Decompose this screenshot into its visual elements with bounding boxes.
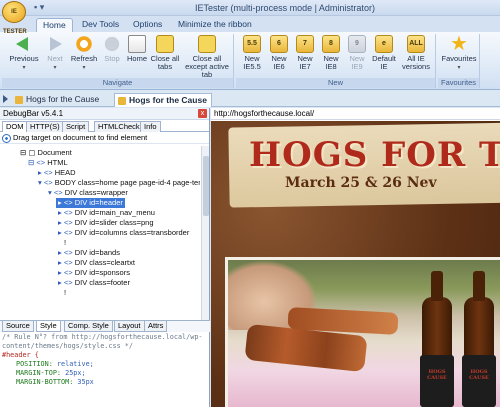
tab-info[interactable]: Info [140,121,161,132]
home-button[interactable]: Home [124,35,150,63]
drag-target-row[interactable]: Drag target on document to find element [0,132,209,144]
title-bar: IE TESTER ▪ ▾ IETester (multi-process mo… [0,0,500,35]
tab-minimize-ribbon[interactable]: Minimize the ribbon [172,18,258,32]
new-group: 5.5 New IE5.5 6 New IE6 7 New IE7 8 New … [236,34,436,88]
css-rule: POSITION: relative; [16,360,94,368]
ribbon: Previous ▾ Next ▾ Refresh ▾ Stop Home Close… [0,32,500,90]
all-ie-versions-button[interactable]: ALL All IE versions [398,35,434,71]
tree-node-bands[interactable]: ▸ <> DIV id=bands [58,248,120,258]
refresh-button[interactable]: Refresh ▾ [68,35,100,72]
new-ie9-button[interactable]: 9 New IE9 [344,35,370,71]
favourites-button[interactable]: ★ Favourites ▾ [439,33,479,72]
new-ie55-button[interactable]: 5.5 New IE5.5 [238,35,266,71]
tree-node-head[interactable]: ▸ <> HEAD [38,168,76,178]
tree-node-document[interactable]: ⊟ ▢ Document [20,148,72,158]
style-tabs: Source Style Comp. Style Layout Attrs [0,320,210,332]
doc-tab-2[interactable]: Hogs for the Cause [114,93,212,107]
css-style-pane: /* Rule N°? from http://hogsforthecause.… [0,333,210,407]
css-selector: #header { [2,351,39,359]
dom-tree: ⊟ ▢ Document ⊟ <> HTML ▸ <> HEAD ▾ <> BO… [0,146,200,322]
browser-pane: http://hogsforthecause.local/ HOGS FOR T… [211,108,500,407]
tab-dom[interactable]: DOM [2,121,28,132]
photo-koozie: HOGS CAUSE [420,355,454,407]
document-tab-bar: Hogs for the Cause Hogs for the Cause [0,91,500,107]
tab-list-arrow-icon[interactable] [3,95,8,103]
ie55-icon: 5.5 [243,35,261,53]
new-ie6-button[interactable]: 6 New IE6 [266,35,292,71]
favourites-group-label: Favourites [438,78,479,88]
tree-node-html[interactable]: ⊟ <> HTML [28,158,68,168]
tab-comp-style[interactable]: Comp. Style [64,321,113,332]
tree-node-comment[interactable]: ! [64,238,66,248]
home-icon [128,35,146,53]
all-ie-icon: ALL [407,35,425,53]
forward-arrow-icon [46,35,64,53]
favicon-icon [118,97,126,105]
event-photo: HOGS CAUSE HOGS CAUSE [225,257,500,407]
tab-htmlcheck[interactable]: HTMLCheck [94,121,144,132]
photo-koozie: HOGS CAUSE [462,355,496,407]
tree-node-sponsors[interactable]: ▸ <> DIV id=sponsors [58,268,130,278]
close-tabs-icon [156,35,174,53]
debugbar-title: DebugBar v5.4.1 x [0,108,209,120]
close-except-active-icon [198,35,216,53]
ie6-icon: 6 [270,35,288,53]
tree-node-columns[interactable]: ▸ <> DIV id=columns class=transborder [58,228,189,238]
tree-vertical-scrollbar[interactable] [201,146,209,322]
default-ie-icon: e [375,35,393,53]
css-rule: MARGIN-TOP: 25px; [16,369,86,377]
site-title: HOGS FOR TH [249,135,500,175]
tab-options[interactable]: Options [127,18,168,32]
tree-node-footer[interactable]: ▸ <> DIV class=footer [58,278,130,288]
tree-node-header-selected[interactable]: ▸ <> DIV id=header [56,198,125,208]
tree-node-body[interactable]: ▾ <> BODY class=home page page-id-4 page… [38,178,200,188]
navigate-group-label: Navigate [2,78,233,88]
tab-layout[interactable]: Layout [114,321,145,332]
next-button[interactable]: Next ▾ [42,35,68,72]
new-group-label: New [236,78,435,88]
new-ie8-button[interactable]: 8 New IE8 [318,35,344,71]
tab-https[interactable]: HTTP(S) [26,121,64,132]
tab-script[interactable]: Script [62,121,90,132]
tab-style[interactable]: Style [36,321,61,332]
tree-node-comment-2[interactable]: ! [64,288,66,298]
close-all-except-active-button[interactable]: Close all except active tab [182,35,232,79]
tab-dev-tools[interactable]: Dev Tools [76,18,125,32]
tree-node-main-nav[interactable]: ▸ <> DIV id=main_nav_menu [58,208,155,218]
tab-home[interactable]: Home [36,18,73,32]
window-title: IETester (multi-process mode | Administr… [195,3,375,13]
navigate-group: Previous ▾ Next ▾ Refresh ▾ Stop Home Close… [2,34,234,88]
close-all-tabs-button[interactable]: Close all tabs [150,35,180,71]
debugbar-tabs: DOM HTTP(S) Script HTMLCheck Info [0,120,209,132]
debugbar-panel: DebugBar v5.4.1 x DOM HTTP(S) Script HTM… [0,108,210,407]
new-ie7-button[interactable]: 7 New IE7 [292,35,318,71]
tree-node-wrapper[interactable]: ▾ <> DIV class=wrapper [48,188,128,198]
close-icon[interactable]: x [198,109,207,118]
target-icon[interactable] [2,134,11,143]
favourites-group: ★ Favourites ▾ Favourites [438,34,480,88]
css-comment: /* Rule N°? from http://hogsforthecause.… [2,333,203,350]
ie7-icon: 7 [296,35,314,53]
address-bar[interactable]: http://hogsforthecause.local/ [211,108,500,120]
favicon-icon [15,96,23,104]
event-date: March 25 & 26 Nev [285,175,437,191]
css-rule: MARGIN-BOTTOM: 35px [16,378,94,386]
ie9-icon: 9 [348,35,366,53]
stop-icon [103,35,121,53]
tree-node-slider[interactable]: ▸ <> DIV id=slider class=png [58,218,154,228]
ribbon-tab-bar: Home Dev Tools Options Minimize the ribb… [0,16,500,32]
tab-source[interactable]: Source [2,321,34,332]
tree-node-cleartxt[interactable]: ▸ <> DIV class=cleartxt [58,258,135,268]
tab-attrs[interactable]: Attrs [144,321,168,332]
doc-tab-1[interactable]: Hogs for the Cause [12,93,103,107]
app-icon[interactable]: IE TESTER [2,1,27,35]
refresh-icon [75,35,93,53]
scroll-thumb[interactable] [203,156,209,216]
stop-button[interactable]: Stop [100,35,124,63]
default-ie-button[interactable]: e Default IE [370,35,398,71]
star-icon: ★ [450,33,468,55]
webpage-content[interactable]: HOGS FOR TH March 25 & 26 Nev HOGS CAUSE… [211,121,500,407]
ie8-icon: 8 [322,35,340,53]
